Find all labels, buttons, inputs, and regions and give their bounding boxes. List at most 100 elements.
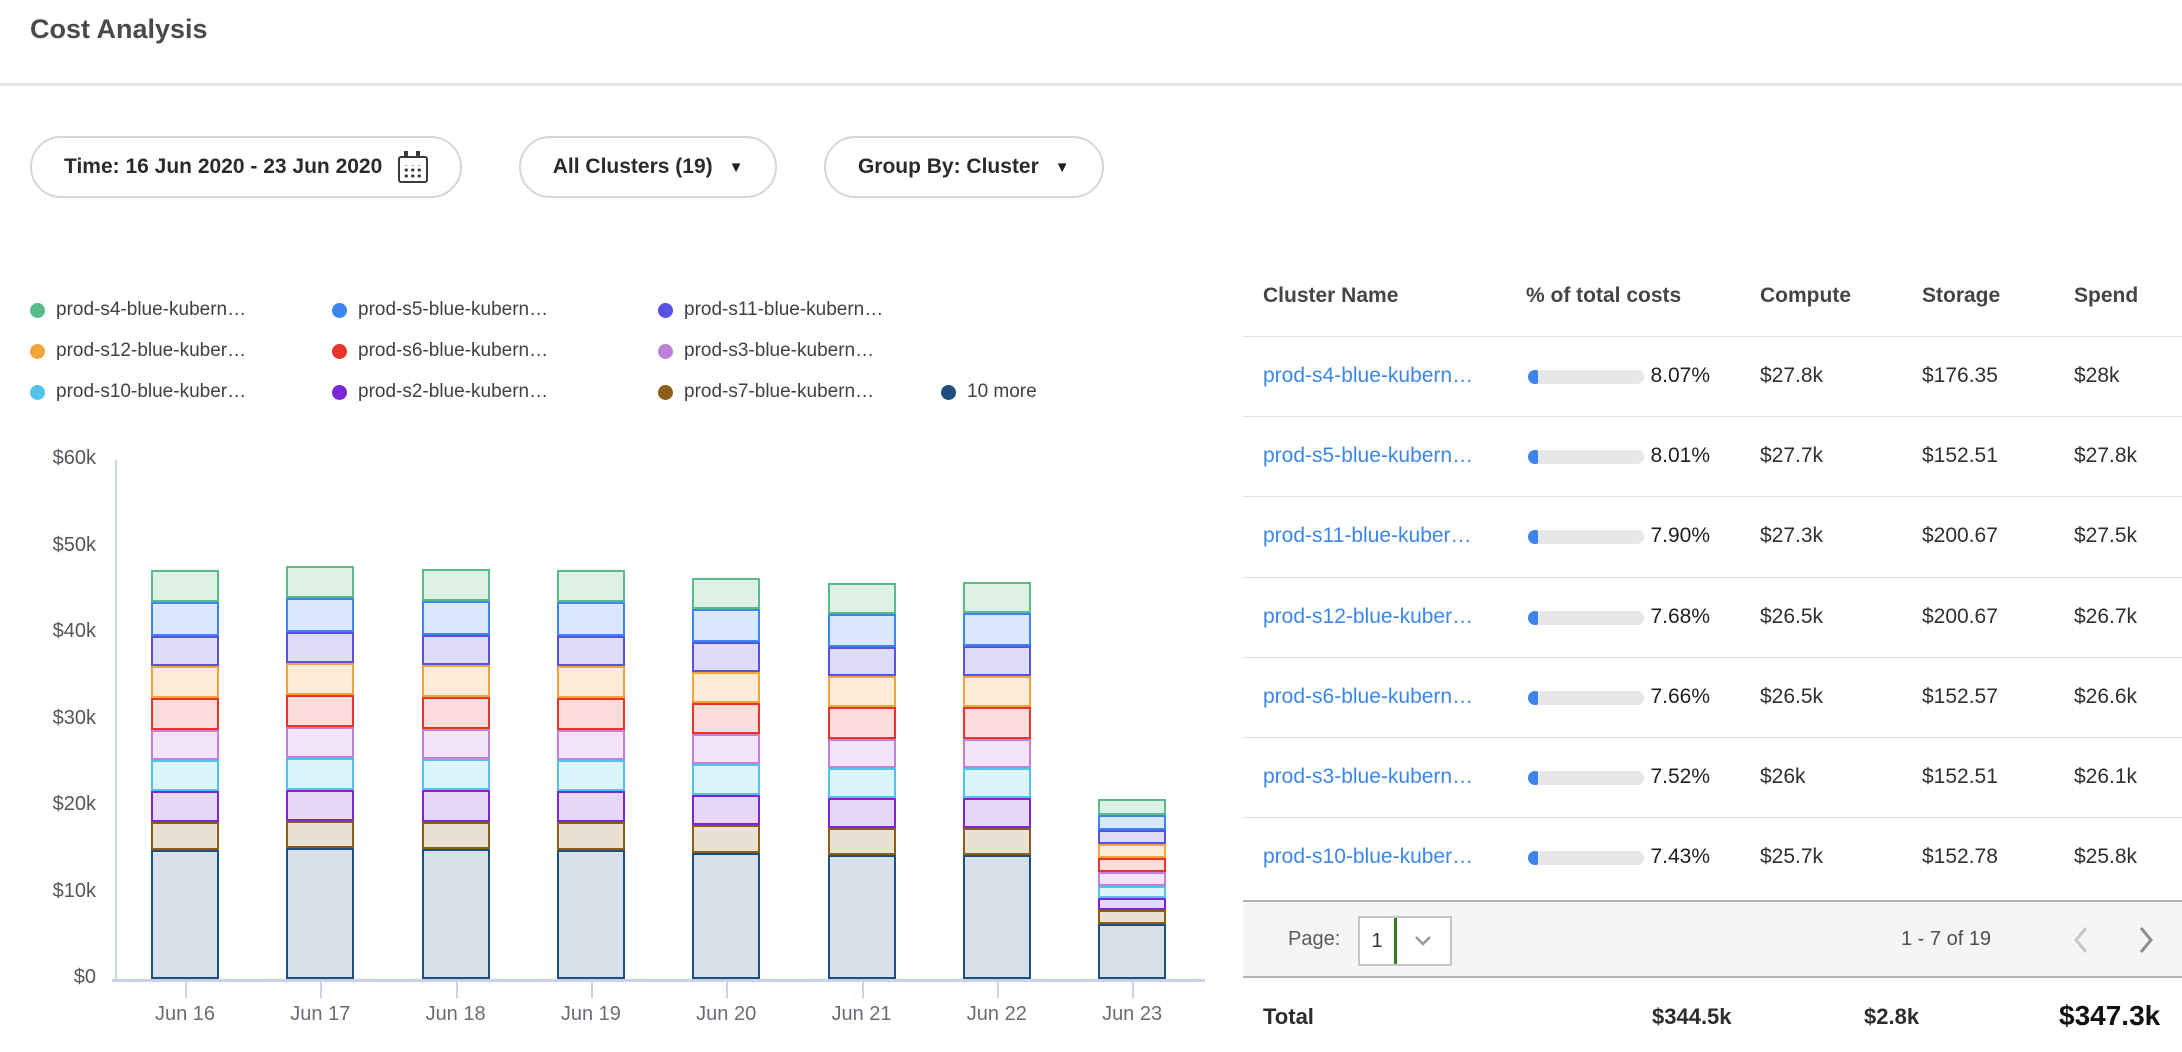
x-axis-tick: [185, 982, 187, 998]
y-axis-line: [115, 460, 117, 979]
bar-segment[interactable]: [1098, 898, 1166, 910]
bar-segment[interactable]: [1098, 815, 1166, 831]
bar-segment[interactable]: [151, 791, 219, 822]
bar-segment[interactable]: [828, 583, 896, 614]
bar-segment[interactable]: [422, 635, 490, 665]
bar-segment[interactable]: [828, 739, 896, 768]
next-page-button[interactable]: [2136, 924, 2156, 961]
storage-value: $176.35: [1922, 364, 1998, 388]
bar-segment[interactable]: [422, 569, 490, 601]
bar-segment[interactable]: [963, 855, 1031, 979]
bar-segment[interactable]: [151, 666, 219, 698]
bar-segment[interactable]: [151, 850, 219, 979]
cluster-name-link[interactable]: prod-s12-blue-kuber…: [1263, 605, 1473, 629]
bar-segment[interactable]: [286, 727, 354, 758]
bar-segment[interactable]: [963, 676, 1031, 707]
bar-segment[interactable]: [1098, 844, 1166, 858]
bar-segment[interactable]: [557, 698, 625, 730]
bar-segment[interactable]: [286, 821, 354, 849]
bar-segment[interactable]: [963, 613, 1031, 646]
bar-segment[interactable]: [557, 570, 625, 602]
percent-value: 7.66%: [1648, 685, 1710, 709]
bar-segment[interactable]: [963, 707, 1031, 738]
compute-value: $25.7k: [1760, 845, 1823, 869]
bar-segment[interactable]: [151, 570, 219, 602]
bar-segment[interactable]: [422, 665, 490, 697]
bar-segment[interactable]: [151, 730, 219, 760]
bar-segment[interactable]: [692, 672, 760, 703]
bar-segment[interactable]: [828, 768, 896, 798]
bar-segment[interactable]: [1098, 872, 1166, 886]
bar-segment[interactable]: [422, 790, 490, 821]
bar-segment[interactable]: [557, 602, 625, 636]
bar-segment[interactable]: [422, 759, 490, 790]
bar-segment[interactable]: [286, 758, 354, 789]
bar-segment[interactable]: [1098, 886, 1166, 898]
bar-segment[interactable]: [963, 646, 1031, 676]
bar-segment[interactable]: [692, 764, 760, 794]
bar-segment[interactable]: [963, 798, 1031, 828]
bar-segment[interactable]: [286, 663, 354, 695]
bar-segment[interactable]: [557, 850, 625, 979]
cluster-name-link[interactable]: prod-s5-blue-kubern…: [1263, 444, 1473, 468]
bar-segment[interactable]: [692, 578, 760, 609]
bar-segment[interactable]: [422, 697, 490, 729]
bar-segment[interactable]: [1098, 830, 1166, 844]
bar-segment[interactable]: [692, 795, 760, 825]
bar-segment[interactable]: [1098, 910, 1166, 924]
bar-segment[interactable]: [1098, 924, 1166, 979]
x-axis-tick-label: Jun 22: [937, 1003, 1057, 1026]
bar-segment[interactable]: [557, 791, 625, 822]
bar-segment[interactable]: [692, 703, 760, 734]
cluster-name-link[interactable]: prod-s6-blue-kubern…: [1263, 685, 1473, 709]
bar-segment[interactable]: [557, 666, 625, 698]
cluster-name-link[interactable]: prod-s11-blue-kuber…: [1263, 524, 1472, 548]
bar-segment[interactable]: [286, 848, 354, 979]
bar-segment[interactable]: [557, 730, 625, 760]
bar-segment[interactable]: [1098, 858, 1166, 872]
bar-segment[interactable]: [963, 739, 1031, 768]
bar-segment[interactable]: [422, 822, 490, 850]
bar-segment[interactable]: [286, 566, 354, 598]
bar-segment[interactable]: [151, 822, 219, 850]
bar-segment[interactable]: [828, 614, 896, 647]
bar-segment[interactable]: [963, 828, 1031, 855]
bar-segment[interactable]: [828, 855, 896, 979]
bar-segment[interactable]: [828, 647, 896, 676]
bar-segment[interactable]: [422, 729, 490, 759]
x-axis-tick-label: Jun 17: [260, 1003, 380, 1026]
bar-segment[interactable]: [1098, 799, 1166, 815]
bar-segment[interactable]: [151, 602, 219, 636]
cluster-name-link[interactable]: prod-s3-blue-kubern…: [1263, 765, 1473, 789]
bar-segment[interactable]: [422, 849, 490, 979]
bar-segment[interactable]: [557, 760, 625, 791]
percent-value: 7.90%: [1648, 524, 1710, 548]
bar-segment[interactable]: [286, 790, 354, 821]
bar-segment[interactable]: [963, 768, 1031, 798]
bar-segment[interactable]: [828, 798, 896, 828]
bar-segment[interactable]: [692, 609, 760, 642]
percent-progress-fill: [1528, 851, 1538, 865]
y-axis-tick-label: $60k: [0, 447, 96, 470]
bar-segment[interactable]: [828, 676, 896, 707]
bar-segment[interactable]: [286, 632, 354, 663]
bar-segment[interactable]: [828, 828, 896, 855]
bar-segment[interactable]: [557, 822, 625, 850]
bar-segment[interactable]: [963, 582, 1031, 613]
bar-segment[interactable]: [151, 698, 219, 730]
bar-segment[interactable]: [692, 825, 760, 853]
bar-segment[interactable]: [422, 601, 490, 635]
bar-segment[interactable]: [286, 598, 354, 632]
bar-segment[interactable]: [557, 636, 625, 666]
bar-segment[interactable]: [692, 642, 760, 672]
bar-segment[interactable]: [286, 695, 354, 727]
bar-segment[interactable]: [151, 760, 219, 791]
page-select[interactable]: 1: [1358, 916, 1452, 966]
prev-page-button[interactable]: [2071, 924, 2091, 961]
bar-segment[interactable]: [692, 734, 760, 764]
bar-segment[interactable]: [692, 853, 760, 979]
bar-segment[interactable]: [828, 707, 896, 738]
cluster-name-link[interactable]: prod-s4-blue-kubern…: [1263, 364, 1473, 388]
bar-segment[interactable]: [151, 636, 219, 666]
cluster-name-link[interactable]: prod-s10-blue-kuber…: [1263, 845, 1473, 869]
